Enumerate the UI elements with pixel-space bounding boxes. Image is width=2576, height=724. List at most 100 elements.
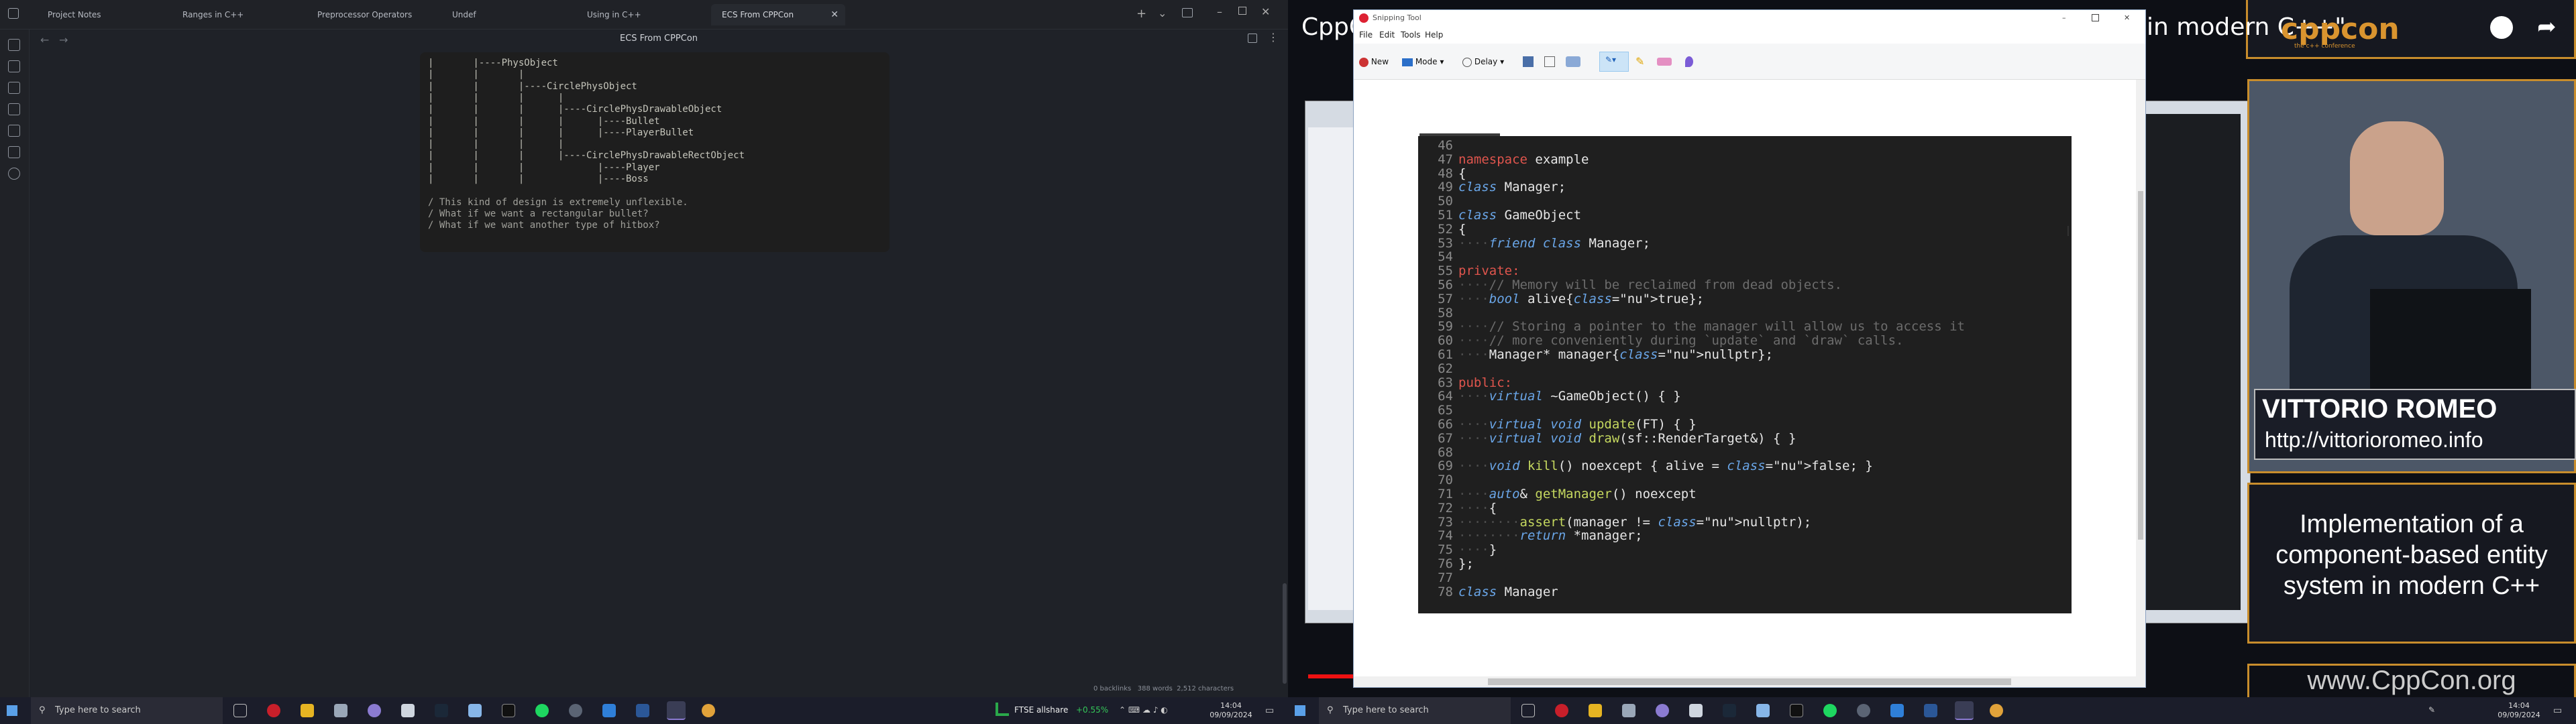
canvas-icon[interactable] bbox=[8, 82, 20, 94]
window-close-icon[interactable]: ✕ bbox=[1261, 5, 1270, 18]
menu-edit[interactable]: Edit bbox=[1379, 30, 1395, 40]
tab-project-notes[interactable]: Project Notes bbox=[37, 4, 171, 25]
minimize-icon[interactable]: – bbox=[1217, 5, 1222, 18]
menu-tools[interactable]: Tools bbox=[1401, 30, 1421, 40]
new-tab-icon[interactable]: + bbox=[1136, 7, 1146, 21]
steam-icon[interactable] bbox=[1723, 704, 1736, 717]
notification-icon[interactable]: ▭ bbox=[1265, 705, 1274, 716]
file-explorer-icon[interactable] bbox=[301, 704, 314, 717]
send-icon[interactable] bbox=[1566, 56, 1580, 67]
close-icon[interactable]: ✕ bbox=[830, 4, 839, 25]
app-icon[interactable] bbox=[636, 704, 649, 717]
app-icon[interactable] bbox=[401, 704, 415, 717]
graph-icon[interactable] bbox=[8, 60, 20, 72]
save-icon[interactable] bbox=[1523, 56, 1534, 67]
app-icon[interactable] bbox=[1990, 704, 2003, 717]
terminal-icon[interactable] bbox=[1790, 704, 1803, 717]
code-line: 60 ····// more conveniently during `updat… bbox=[1438, 333, 1904, 349]
tab-label: Using in C++ bbox=[587, 10, 641, 19]
right-sidebar-icon[interactable] bbox=[1182, 8, 1193, 17]
clock-icon[interactable] bbox=[2490, 16, 2513, 39]
app-icon[interactable] bbox=[334, 704, 347, 717]
app-icon[interactable] bbox=[1857, 704, 1870, 717]
windows-start-icon[interactable] bbox=[7, 705, 17, 716]
chevron-down-icon[interactable]: ⌄ bbox=[1158, 7, 1167, 19]
app-icon[interactable] bbox=[368, 704, 381, 717]
tray-icons[interactable]: ✎ bbox=[2428, 705, 2435, 715]
opera-icon[interactable] bbox=[1555, 704, 1568, 717]
clock[interactable]: 14:04 09/09/2024 bbox=[1208, 697, 1254, 724]
opera-icon[interactable] bbox=[267, 704, 280, 717]
menu-file[interactable]: File bbox=[1359, 30, 1373, 40]
copy-icon[interactable] bbox=[8, 125, 20, 137]
back-arrow-icon[interactable]: ← bbox=[40, 34, 49, 46]
publish-icon[interactable] bbox=[8, 168, 20, 180]
task-view-icon[interactable] bbox=[233, 704, 247, 717]
app-icon[interactable] bbox=[702, 704, 715, 717]
highlighter-icon[interactable]: ✎ bbox=[1635, 54, 1644, 69]
windows-start-icon[interactable] bbox=[1295, 705, 1305, 716]
more-options-icon[interactable]: ⋮ bbox=[1268, 31, 1279, 44]
tab-preprocessor[interactable]: Preprocessor Operators bbox=[307, 4, 441, 25]
spotify-icon[interactable] bbox=[535, 704, 549, 717]
clock[interactable]: 14:04 09/09/2024 bbox=[2496, 697, 2542, 724]
files-icon[interactable] bbox=[8, 39, 20, 51]
terminal-icon[interactable] bbox=[502, 704, 515, 717]
eraser-icon[interactable] bbox=[1657, 58, 1672, 66]
mode-button[interactable]: Mode ▾ bbox=[1402, 54, 1444, 69]
code-block: | |----PhysObject | | | | | |----CirclePhy… bbox=[420, 52, 890, 252]
obsidian-icon[interactable] bbox=[1955, 701, 1974, 720]
copy-icon[interactable] bbox=[1544, 56, 1555, 67]
file-explorer-icon[interactable] bbox=[1589, 704, 1602, 717]
app-icon[interactable] bbox=[1689, 704, 1703, 717]
cppcon-logo: cppcon bbox=[2281, 12, 2400, 46]
minimize-icon[interactable]: – bbox=[2062, 10, 2066, 26]
talk-title-box: Implementation of a component-based enti… bbox=[2247, 483, 2576, 644]
delay-button[interactable]: Delay ▾ bbox=[1462, 54, 1504, 69]
menu-help[interactable]: Help bbox=[1425, 30, 1443, 40]
tab-ecs[interactable]: ECS From CPPCon ✕ bbox=[711, 4, 845, 25]
paint-3d-icon[interactable] bbox=[1685, 56, 1693, 67]
vertical-scroll-thumb[interactable] bbox=[2138, 191, 2143, 540]
maximize-icon[interactable] bbox=[1238, 7, 1246, 15]
terminal-icon[interactable] bbox=[8, 146, 20, 158]
new-button[interactable]: New bbox=[1359, 54, 1389, 69]
forward-arrow-icon[interactable]: → bbox=[59, 34, 68, 46]
share-icon[interactable]: ➦ bbox=[2537, 13, 2557, 40]
steam-icon[interactable] bbox=[435, 704, 448, 717]
note-line: | | | |----CirclePhysDrawableRectObject bbox=[428, 150, 745, 162]
task-view-icon[interactable] bbox=[1521, 704, 1535, 717]
speaker-url: http://vittorioromeo.info bbox=[2265, 428, 2483, 452]
app-icon[interactable] bbox=[569, 704, 582, 717]
stock-name[interactable]: FTSE allshare bbox=[1014, 705, 1068, 715]
note-line: | |----PhysObject bbox=[428, 58, 558, 68]
tab-using[interactable]: Using in C++ bbox=[576, 4, 710, 25]
tray-icons[interactable]: ⌃ ⌨ ☁ ♪ ◐ bbox=[1119, 705, 1168, 715]
close-icon[interactable]: ✕ bbox=[2124, 10, 2130, 26]
sidebar-toggle-icon[interactable] bbox=[8, 8, 19, 19]
app-icon[interactable] bbox=[1756, 704, 1770, 717]
reading-view-icon[interactable] bbox=[1248, 34, 1257, 43]
app-icon[interactable] bbox=[1924, 704, 1937, 717]
maximize-icon[interactable] bbox=[2092, 14, 2099, 21]
backlinks-count[interactable]: 0 backlinks bbox=[1093, 685, 1131, 692]
app-icon[interactable] bbox=[468, 704, 482, 717]
tab-undef[interactable]: Undef bbox=[441, 4, 576, 25]
code-line: 59 ····// Storing a pointer to the manage… bbox=[1438, 319, 1965, 335]
notification-icon[interactable]: ▭ bbox=[2553, 705, 2562, 716]
code-line: 49 class Manager; bbox=[1438, 180, 1566, 195]
obsidian-icon[interactable] bbox=[667, 701, 686, 720]
vscode-icon[interactable] bbox=[1890, 704, 1904, 717]
vscode-icon[interactable] bbox=[602, 704, 616, 717]
app-icon[interactable] bbox=[1622, 704, 1635, 717]
spotify-icon[interactable] bbox=[1823, 704, 1837, 717]
horizontal-scroll-thumb[interactable] bbox=[1488, 678, 2011, 685]
scrollbar[interactable] bbox=[1283, 583, 1287, 684]
cppcon-site: www.CppCon.org bbox=[2247, 664, 2576, 697]
pen-button[interactable]: ✎▾ bbox=[1599, 52, 1629, 72]
app-icon[interactable] bbox=[1656, 704, 1669, 717]
taskbar-search[interactable]: ⚲ Type here to search bbox=[1319, 697, 1511, 724]
tab-ranges[interactable]: Ranges in C++ bbox=[172, 4, 306, 25]
calendar-icon[interactable] bbox=[8, 103, 20, 115]
taskbar-search[interactable]: ⚲ Type here to search bbox=[31, 697, 223, 724]
